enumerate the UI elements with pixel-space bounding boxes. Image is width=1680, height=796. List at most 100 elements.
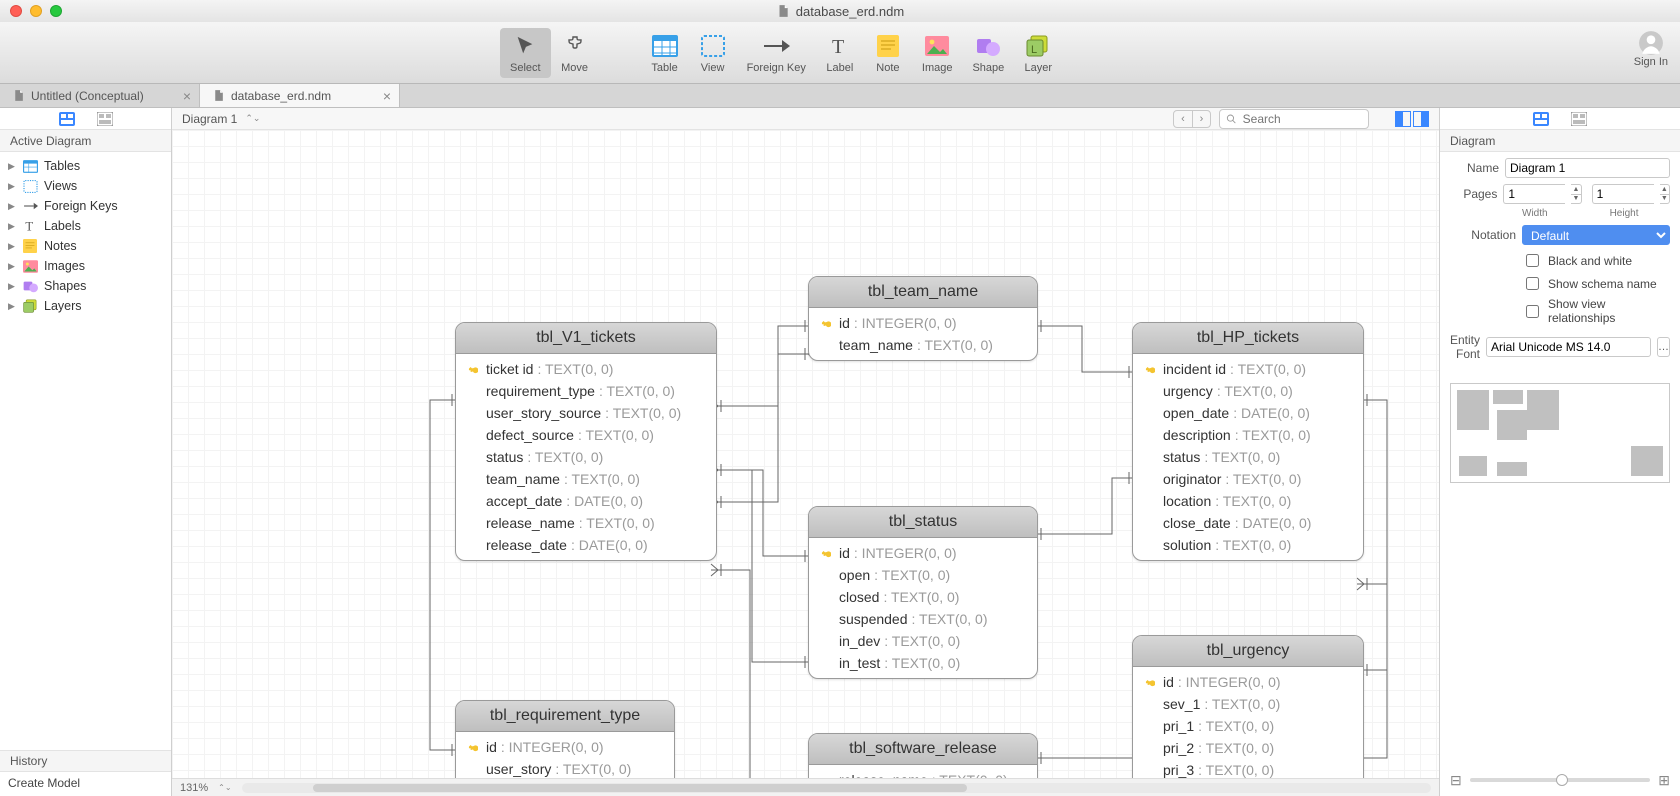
column-row[interactable]: release_date: DATE(0, 0) — [462, 534, 710, 556]
toolbar-label-button[interactable]: TLabel — [816, 28, 864, 78]
pages-height-stepper[interactable]: ▲▼ — [1660, 184, 1670, 204]
pages-width-stepper[interactable]: ▲▼ — [1571, 184, 1581, 204]
close-icon[interactable]: × — [183, 89, 191, 103]
column-row[interactable]: status: TEXT(0, 0) — [1139, 446, 1357, 468]
tree-item-layers[interactable]: ▶Layers — [0, 296, 171, 316]
zoom-arrows-icon[interactable]: ⌃⌄ — [218, 783, 231, 792]
toolbar-fk-button[interactable]: Foreign Key — [737, 28, 816, 78]
toolbar-move-button[interactable]: Move — [551, 28, 599, 78]
disclosure-icon[interactable]: ▶ — [8, 181, 16, 192]
column-row[interactable]: closed: TEXT(0, 0) — [815, 586, 1031, 608]
entity-tbl_urgency[interactable]: tbl_urgencyid: INTEGER(0, 0)sev_1: TEXT(… — [1132, 635, 1364, 778]
column-row[interactable]: id: INTEGER(0, 0) — [1139, 671, 1357, 693]
column-row[interactable]: release_name: TEXT(0, 0) — [462, 512, 710, 534]
styles-tab-icon[interactable] — [1571, 111, 1587, 127]
toolbar-layer-button[interactable]: LLayer — [1014, 28, 1062, 78]
column-row[interactable]: id: INTEGER(0, 0) — [815, 312, 1031, 334]
column-row[interactable]: suspended: TEXT(0, 0) — [815, 608, 1031, 630]
search-box[interactable] — [1219, 109, 1369, 129]
disclosure-icon[interactable]: ▶ — [8, 241, 16, 252]
column-row[interactable]: status: TEXT(0, 0) — [462, 446, 710, 468]
pages-width-input[interactable] — [1503, 184, 1565, 204]
minimap[interactable]: ⊟ ⊞ — [1440, 373, 1680, 796]
minimap-box[interactable] — [1450, 383, 1670, 483]
erd-canvas[interactable]: tbl_V1_ticketsticket id: TEXT(0, 0)requi… — [172, 130, 1439, 778]
column-row[interactable]: in_test: TEXT(0, 0) — [815, 652, 1031, 674]
entity-tbl_software_release[interactable]: tbl_software_releaserelease_name: TEXT(0… — [808, 733, 1038, 778]
tree-item-tables[interactable]: ▶Tables — [0, 156, 171, 176]
zoom-slider[interactable] — [1470, 778, 1651, 782]
layout-left-icon[interactable] — [1395, 111, 1411, 127]
diagram-selector[interactable]: Diagram 1 — [182, 112, 237, 126]
column-row[interactable]: urgency: TEXT(0, 0) — [1139, 380, 1357, 402]
toolbar-shape-button[interactable]: Shape — [962, 28, 1014, 78]
toolbar-select-button[interactable]: Select — [500, 28, 551, 78]
zoom-level[interactable]: 131% — [180, 782, 208, 794]
bw-checkbox[interactable] — [1526, 254, 1539, 267]
disclosure-icon[interactable]: ▶ — [8, 261, 16, 272]
tree-item-images[interactable]: ▶Images — [0, 256, 171, 276]
close-icon[interactable]: × — [383, 89, 391, 103]
column-row[interactable]: sev_1: TEXT(0, 0) — [1139, 693, 1357, 715]
zoom-in-icon[interactable]: ⊞ — [1658, 772, 1670, 789]
schema-checkbox[interactable] — [1526, 277, 1539, 290]
entity-title[interactable]: tbl_HP_tickets — [1133, 323, 1363, 354]
toolbar-note-button[interactable]: Note — [864, 28, 912, 78]
column-row[interactable]: location: TEXT(0, 0) — [1139, 490, 1357, 512]
zoom-out-icon[interactable]: ⊟ — [1450, 772, 1462, 789]
minimize-window-icon[interactable] — [30, 5, 42, 17]
list-tab-icon[interactable] — [97, 111, 113, 127]
tree-item-views[interactable]: ▶Views — [0, 176, 171, 196]
column-row[interactable]: requirement_type: TEXT(0, 0) — [462, 380, 710, 402]
column-row[interactable]: id: INTEGER(0, 0) — [462, 736, 668, 758]
column-row[interactable]: description: TEXT(0, 0) — [1139, 424, 1357, 446]
entity-tbl_requirement_type[interactable]: tbl_requirement_type id: INTEGER(0, 0)use… — [455, 700, 675, 778]
column-row[interactable]: release_name: TEXT(0, 0) — [815, 769, 1031, 778]
entity-title[interactable]: tbl_status — [809, 507, 1037, 538]
close-window-icon[interactable] — [10, 5, 22, 17]
diagram-selector-arrows-icon[interactable]: ⌃⌄ — [245, 113, 260, 124]
tree-item-notes[interactable]: ▶Notes — [0, 236, 171, 256]
entity-title[interactable]: tbl_V1_tickets — [456, 323, 716, 354]
column-row[interactable]: pri_1: TEXT(0, 0) — [1139, 715, 1357, 737]
right-tab-switcher[interactable] — [1440, 108, 1680, 130]
layout-right-icon[interactable] — [1413, 111, 1429, 127]
column-row[interactable]: ticket id: TEXT(0, 0) — [462, 358, 710, 380]
entity-title[interactable]: tbl_team_name — [809, 277, 1037, 308]
column-row[interactable]: pri_3: TEXT(0, 0) — [1139, 759, 1357, 778]
left-tab-switcher[interactable] — [0, 108, 171, 130]
notation-select[interactable]: Default — [1522, 225, 1670, 245]
nav-history[interactable]: ‹ › — [1173, 110, 1211, 128]
column-row[interactable]: in_dev: TEXT(0, 0) — [815, 630, 1031, 652]
column-row[interactable]: incident id: TEXT(0, 0) — [1139, 358, 1357, 380]
entity-tbl_team_name[interactable]: tbl_team_nameid: INTEGER(0, 0)team_name:… — [808, 276, 1038, 361]
column-row[interactable]: team_name: TEXT(0, 0) — [462, 468, 710, 490]
disclosure-icon[interactable]: ▶ — [8, 201, 16, 212]
tree-item-shapes[interactable]: ▶Shapes — [0, 276, 171, 296]
entity-tbl_status[interactable]: tbl_statusid: INTEGER(0, 0)open: TEXT(0,… — [808, 506, 1038, 679]
search-input[interactable] — [1241, 111, 1362, 127]
disclosure-icon[interactable]: ▶ — [8, 221, 16, 232]
font-picker-button[interactable]: … — [1657, 337, 1670, 357]
column-row[interactable]: originator: TEXT(0, 0) — [1139, 468, 1357, 490]
toolbar-view-button[interactable]: View — [689, 28, 737, 78]
column-row[interactable]: open: TEXT(0, 0) — [815, 564, 1031, 586]
disclosure-icon[interactable]: ▶ — [8, 281, 16, 292]
model-tab-icon[interactable] — [59, 111, 75, 127]
h-scrollbar[interactable] — [242, 783, 1431, 793]
column-row[interactable]: user_story: TEXT(0, 0) — [462, 758, 668, 778]
doc-tab[interactable]: Untitled (Conceptual)× — [0, 84, 200, 107]
entity-title[interactable]: tbl_requirement_type — [456, 701, 674, 732]
doc-tab[interactable]: database_erd.ndm× — [200, 84, 400, 107]
pages-height-input[interactable] — [1592, 184, 1654, 204]
entity-tbl_HP_tickets[interactable]: tbl_HP_tickets incident id: TEXT(0, 0)urg… — [1132, 322, 1364, 561]
history-item[interactable]: Create Model — [0, 772, 171, 796]
signin-button[interactable]: Sign In — [1634, 30, 1668, 68]
nav-back-icon[interactable]: ‹ — [1174, 111, 1192, 127]
disclosure-icon[interactable]: ▶ — [8, 161, 16, 172]
column-row[interactable]: open_date: DATE(0, 0) — [1139, 402, 1357, 424]
toolbar-table-button[interactable]: Table — [641, 28, 689, 78]
tree-item-fk[interactable]: ▶Foreign Keys — [0, 196, 171, 216]
toolbar-image-button[interactable]: Image — [912, 28, 963, 78]
entity-tbl_V1_tickets[interactable]: tbl_V1_ticketsticket id: TEXT(0, 0)requi… — [455, 322, 717, 561]
